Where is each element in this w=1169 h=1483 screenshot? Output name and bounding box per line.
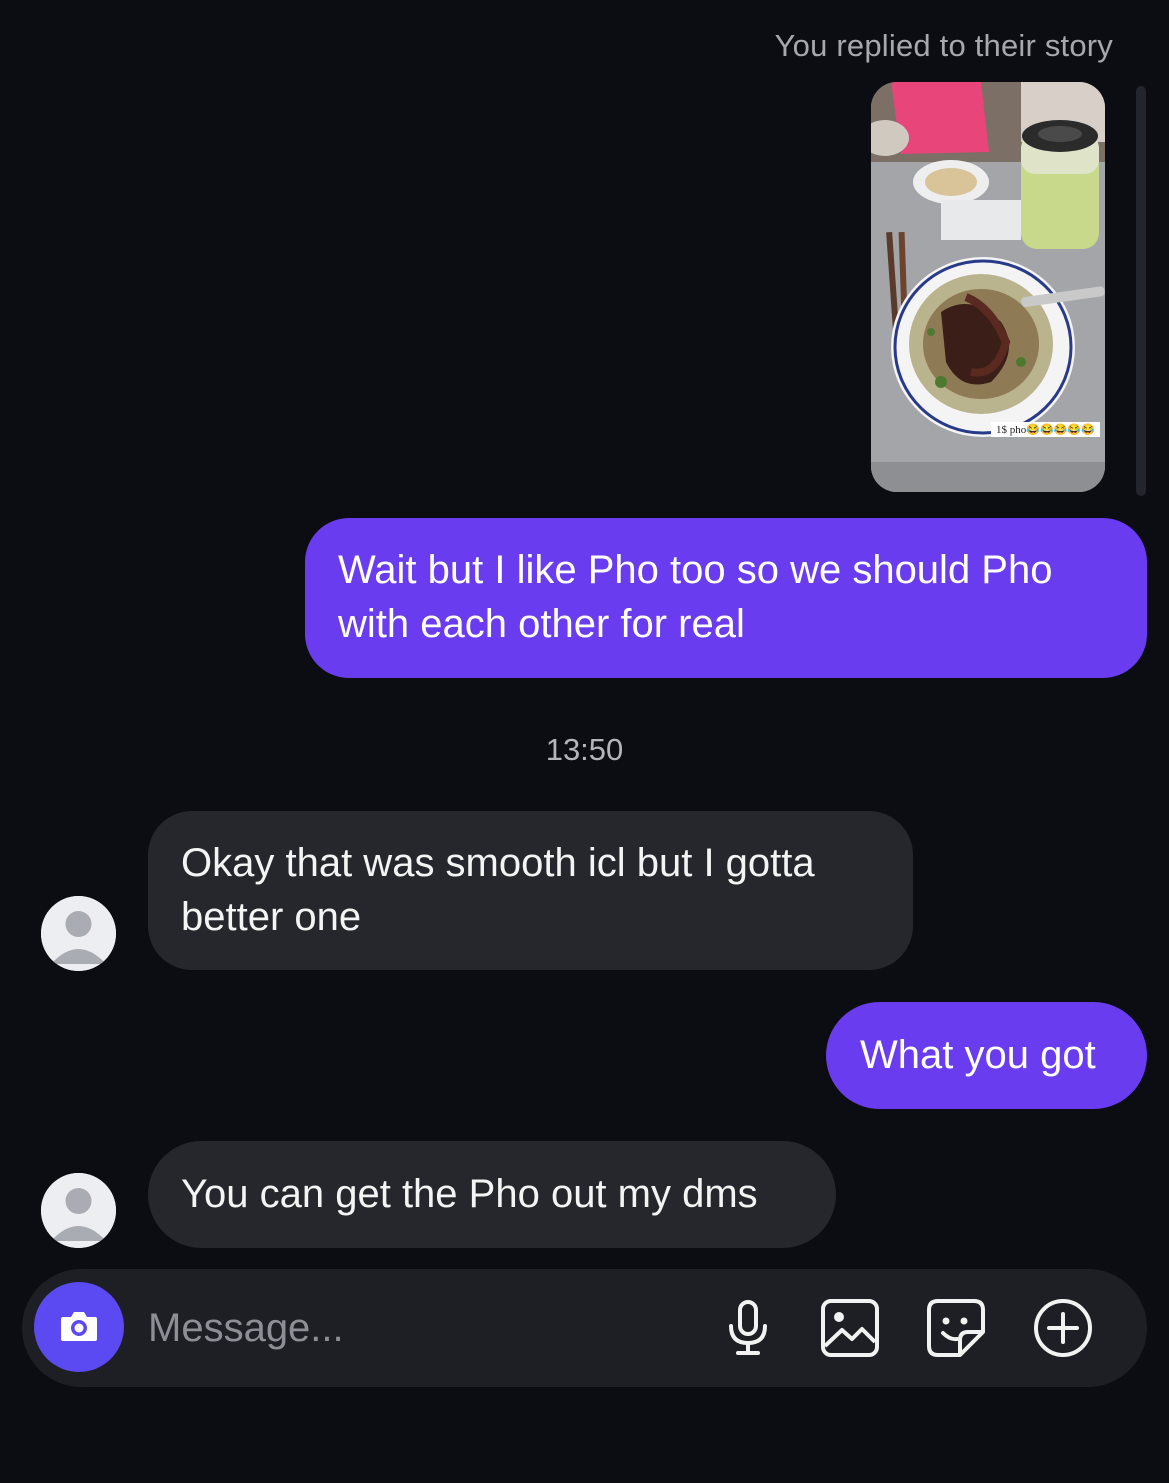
message-bubble-received[interactable]: Okay that was smooth icl but I gotta bet… bbox=[148, 811, 913, 970]
camera-button[interactable] bbox=[34, 1282, 124, 1372]
message-text-line: Okay that was smooth icl but I gotta bbox=[181, 841, 815, 885]
story-sticker-text: 1$ pho😂😂😂😂😂 bbox=[991, 422, 1100, 437]
default-avatar-icon bbox=[41, 1173, 116, 1248]
sticker-icon bbox=[927, 1299, 985, 1357]
scroll-indicator[interactable] bbox=[1136, 86, 1146, 496]
gallery-icon bbox=[821, 1299, 879, 1357]
message-text-line: better one bbox=[181, 895, 362, 939]
message-timestamp: 13:50 bbox=[545, 732, 624, 767]
message-text-line: with each other for real bbox=[338, 602, 745, 646]
camera-icon bbox=[61, 1312, 97, 1341]
plus-circle-icon bbox=[1034, 1299, 1092, 1357]
message-bubble-sent[interactable]: Wait but I like Pho too so we should Pho… bbox=[305, 518, 1147, 678]
sticker-button[interactable] bbox=[924, 1296, 988, 1360]
microphone-icon bbox=[729, 1300, 767, 1355]
message-text-line: What you got bbox=[860, 1033, 1096, 1077]
message-bubble-sent[interactable]: What you got bbox=[826, 1002, 1147, 1109]
story-preview-image[interactable]: 1$ pho😂😂😂😂😂 bbox=[871, 82, 1105, 492]
message-input[interactable] bbox=[148, 1300, 668, 1356]
add-button[interactable] bbox=[1031, 1296, 1095, 1360]
message-text-line: Wait but I like Pho too so we should Pho bbox=[338, 548, 1053, 592]
message-composer bbox=[22, 1269, 1147, 1387]
gallery-button[interactable] bbox=[818, 1296, 882, 1360]
story-reply-caption: You replied to their story bbox=[774, 28, 1113, 63]
message-bubble-received[interactable]: You can get the Pho out my dms bbox=[148, 1141, 836, 1248]
contact-avatar[interactable] bbox=[41, 896, 116, 971]
default-avatar-icon bbox=[41, 896, 116, 971]
microphone-button[interactable] bbox=[716, 1296, 780, 1360]
contact-avatar[interactable] bbox=[41, 1173, 116, 1248]
message-text-line: You can get the Pho out my dms bbox=[181, 1172, 758, 1216]
